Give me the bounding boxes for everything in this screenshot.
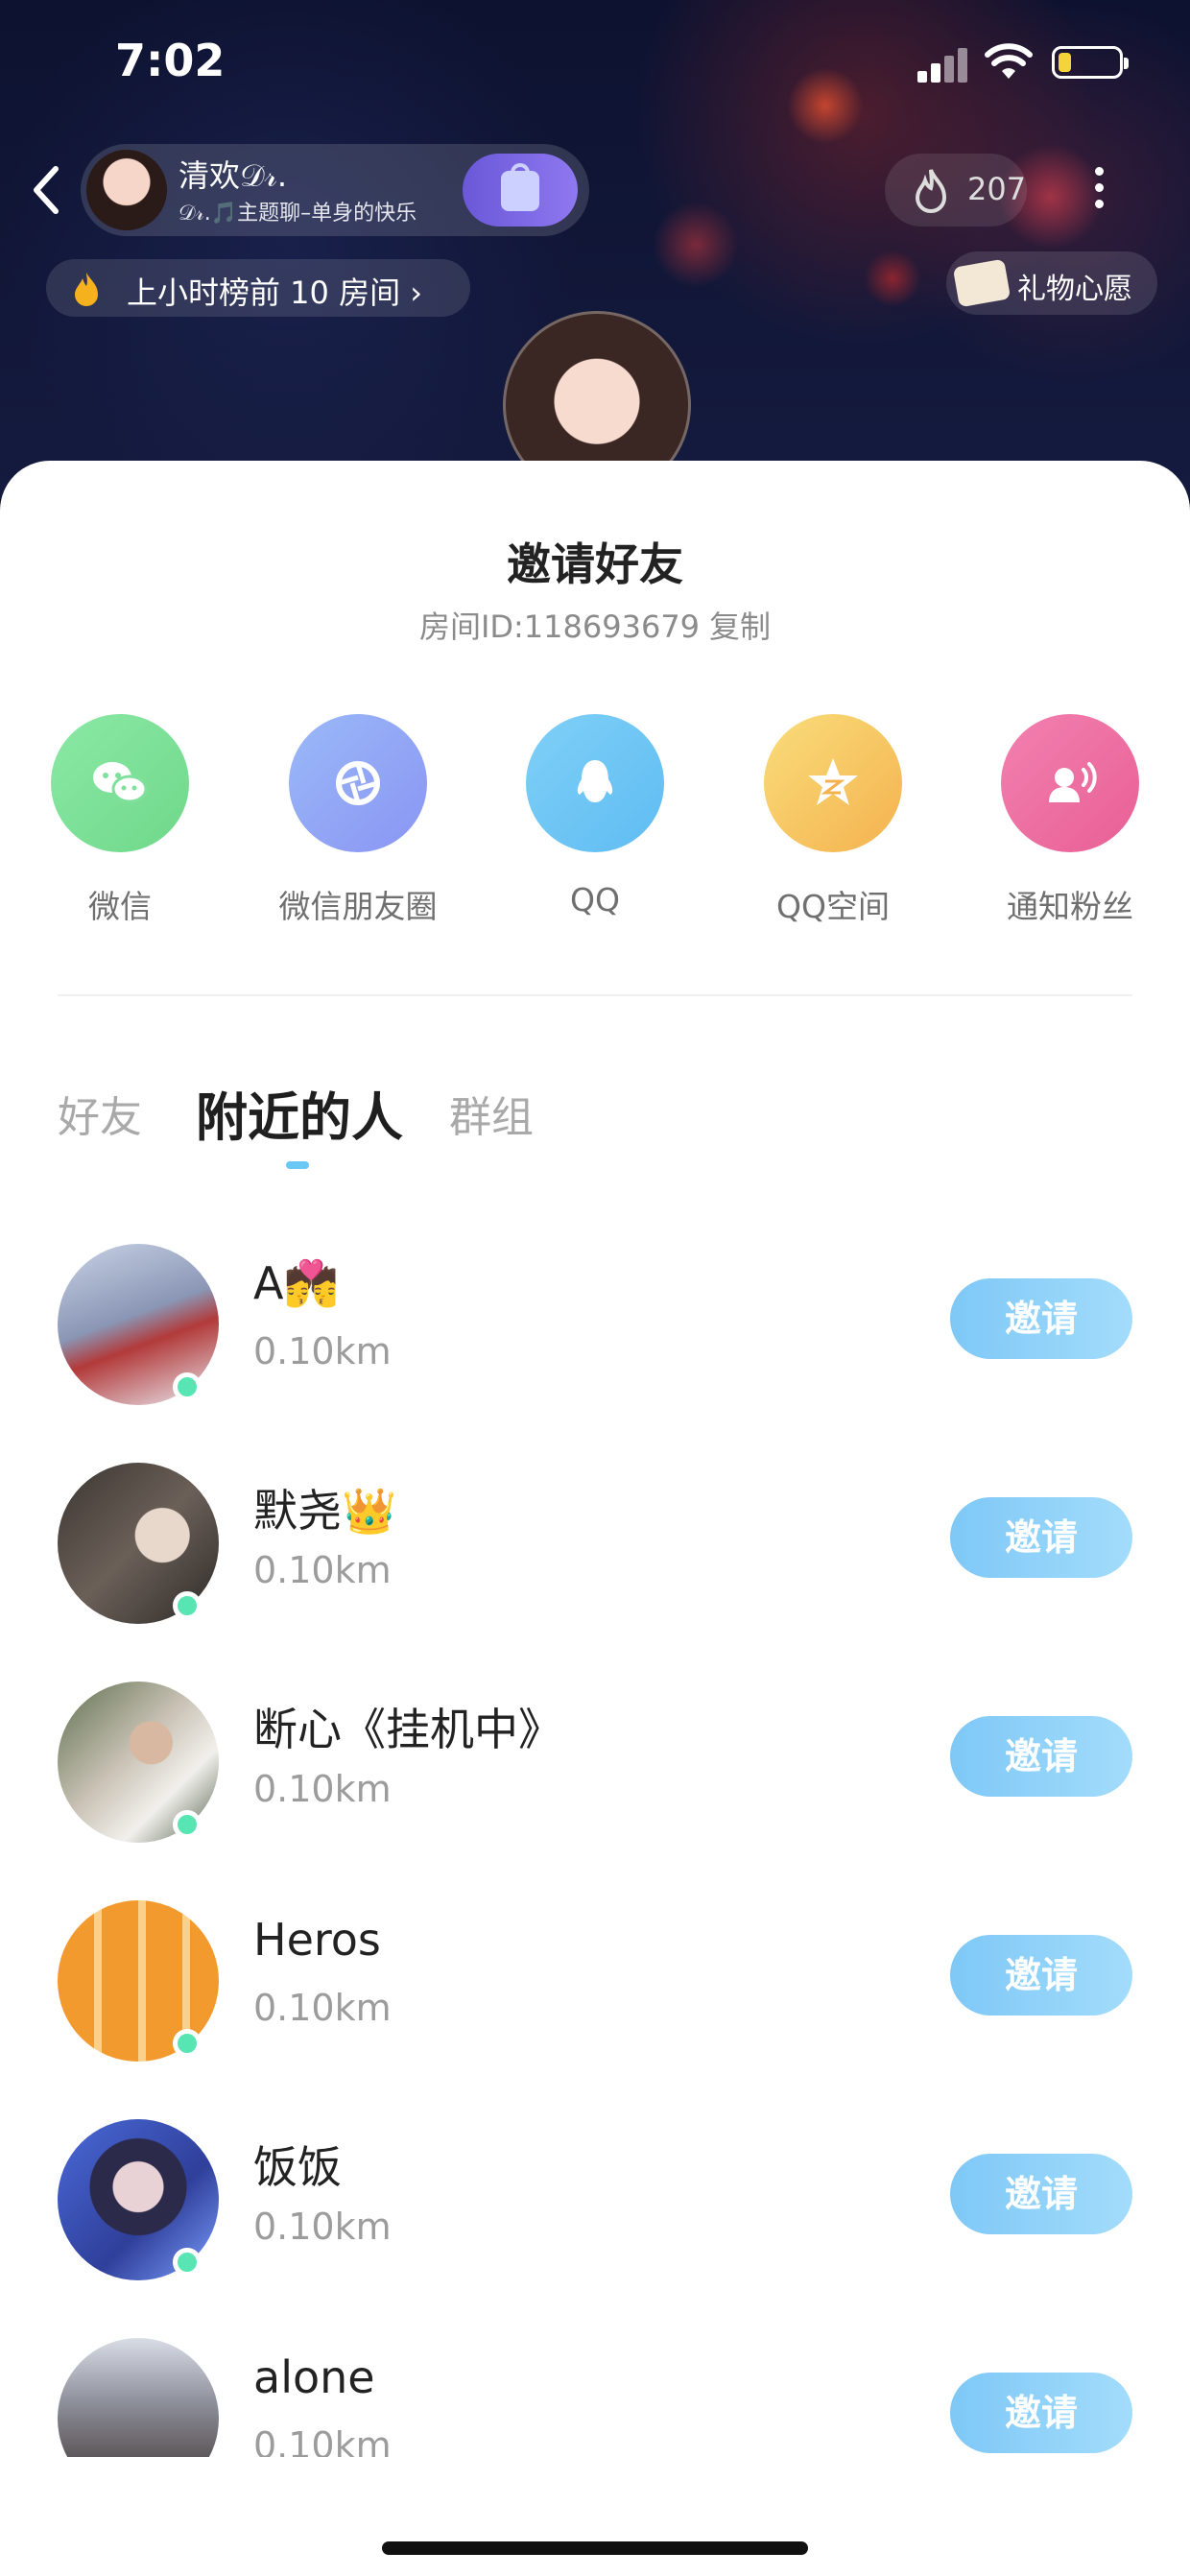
user-name: alone [253, 2351, 375, 2403]
tab-friends[interactable]: 好友 [58, 1083, 142, 1144]
heat-value: 207 [967, 171, 1027, 207]
avatar[interactable] [58, 2338, 219, 2457]
cellular-signal-icon [917, 48, 971, 83]
user-name: 断心《挂机中》 [253, 1704, 562, 1755]
home-indicator[interactable] [382, 2541, 808, 2555]
back-icon[interactable] [23, 161, 71, 219]
room-id-line: 房间ID:118693679 复制 [0, 603, 1190, 647]
gift-wish-label: 礼物心愿 [1017, 273, 1132, 306]
list-item[interactable]: Heros 0.10km 邀请 [0, 1895, 1190, 2113]
invite-button[interactable]: 邀请 [950, 2373, 1132, 2453]
wechat-icon [51, 714, 189, 852]
heat-counter[interactable]: 207 [885, 154, 1027, 227]
host-name: 清欢𝒟𝓇. [178, 157, 288, 194]
sheet-title: 邀请好友 [507, 538, 683, 590]
divider [58, 994, 1132, 996]
invite-sheet: 邀请好友 房间ID:118693679 复制 微信 微信朋友圈 QQ QQ空间 … [0, 461, 1190, 2576]
online-indicator [173, 1372, 202, 1401]
user-distance: 0.10km [253, 2206, 392, 2248]
list-item[interactable]: alone 0.10km 邀请 [0, 2332, 1190, 2457]
share-label-qq: QQ [570, 881, 620, 918]
share-moments[interactable]: 微信朋友圈 [238, 714, 478, 927]
notify-fans-icon [1001, 714, 1139, 852]
tab-active-indicator [286, 1161, 309, 1169]
task-button[interactable] [463, 154, 578, 227]
room-topic: 𝒟𝓇.🎵主题聊–单身的快乐 [178, 202, 417, 226]
list-item[interactable]: 默尧👑 0.10km 邀请 [0, 1457, 1190, 1676]
share-label-wechat: 微信 [88, 888, 152, 925]
share-label-moments: 微信朋友圈 [278, 888, 438, 925]
fire-icon [75, 273, 98, 306]
more-icon[interactable] [1084, 159, 1113, 227]
gift-wish-icon [952, 258, 1012, 308]
user-name: A💏 [253, 1257, 339, 1309]
wifi-icon [985, 43, 1033, 79]
status-bar: 7:02 [0, 0, 1190, 125]
moments-icon [289, 714, 427, 852]
status-time: 7:02 [115, 35, 226, 86]
list-item[interactable]: A💏 0.10km 邀请 [0, 1238, 1190, 1457]
online-indicator [173, 1810, 202, 1839]
share-wechat[interactable]: 微信 [0, 714, 240, 927]
battery-icon [1052, 46, 1129, 79]
share-notify-fans[interactable]: 通知粉丝 [950, 714, 1190, 927]
list-item[interactable]: 断心《挂机中》 0.10km 邀请 [0, 1676, 1190, 1895]
online-indicator [173, 2248, 202, 2277]
invite-button[interactable]: 邀请 [950, 1497, 1132, 1578]
share-label-qzone: QQ空间 [776, 888, 890, 925]
user-distance: 0.10km [253, 1987, 392, 2029]
user-name: Heros [253, 1914, 381, 1966]
user-distance: 0.10km [253, 1330, 392, 1372]
flame-icon [915, 169, 947, 213]
qq-icon [526, 714, 664, 852]
user-distance: 0.10km [253, 2424, 392, 2457]
qzone-icon [764, 714, 902, 852]
invite-button[interactable]: 邀请 [950, 1278, 1132, 1359]
bag-icon [501, 163, 539, 211]
user-distance: 0.10km [253, 1768, 392, 1810]
share-qq[interactable]: QQ [475, 714, 715, 918]
tab-nearby[interactable]: 附近的人 [196, 1075, 403, 1151]
room-id: 房间ID:118693679 [418, 608, 701, 645]
gift-wish-pill[interactable]: 礼物心愿 [946, 251, 1157, 315]
invite-button[interactable]: 邀请 [950, 1716, 1132, 1797]
invite-button[interactable]: 邀请 [950, 1935, 1132, 2015]
host-info-pill[interactable]: 清欢𝒟𝓇. 𝒟𝓇.🎵主题聊–单身的快乐 [81, 144, 589, 236]
user-name: 饭饭 [253, 2141, 342, 2193]
host-avatar[interactable] [86, 150, 167, 230]
rank-text: 上小时榜前 10 房间 › [127, 274, 423, 311]
hourly-rank-pill[interactable]: 上小时榜前 10 房间 › [46, 259, 470, 317]
user-distance: 0.10km [253, 1549, 392, 1591]
user-name: 默尧👑 [253, 1485, 397, 1537]
nearby-user-list[interactable]: A💏 0.10km 邀请 默尧👑 0.10km 邀请 断心《挂机中》 0.10k… [0, 1238, 1190, 2457]
online-indicator [173, 2029, 202, 2058]
invite-button[interactable]: 邀请 [950, 2154, 1132, 2234]
share-label-notify-fans: 通知粉丝 [1007, 888, 1133, 925]
tab-groups[interactable]: 群组 [449, 1083, 534, 1144]
online-indicator [173, 1591, 202, 1620]
copy-button[interactable]: 复制 [709, 608, 771, 645]
share-qzone[interactable]: QQ空间 [713, 714, 953, 927]
list-item[interactable]: 饭饭 0.10km 邀请 [0, 2113, 1190, 2332]
